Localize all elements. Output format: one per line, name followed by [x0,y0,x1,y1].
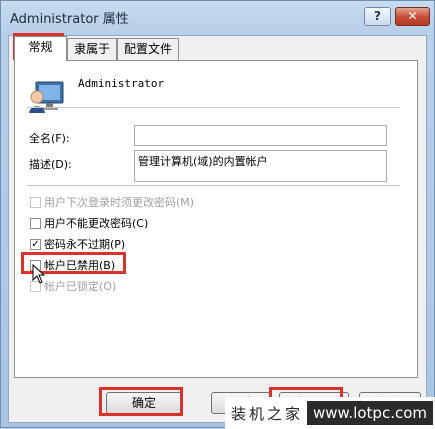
title-bar: Administrator 属性 ? ✕ [1,1,434,31]
checkbox-password-never-expires[interactable]: ✓ 密码永不过期(P) [30,237,125,253]
tab-general[interactable]: 常规 [14,36,67,61]
checkbox-label: 密码永不过期(P) [44,238,126,251]
user-monitor-icon [29,81,64,113]
checkbox-cannot-change-password[interactable]: 用户不能更改密码(C) [30,216,148,232]
checkbox-label: 帐户已锁定(O) [44,280,117,293]
ok-button[interactable]: 确定 [106,392,182,414]
checkbox-label: 用户下次登录时须更改密码(M) [44,196,195,209]
separator-mid [27,185,400,186]
window-title: Administrator 属性 [10,12,129,27]
fullname-field[interactable] [134,125,387,146]
general-tab-panel: Administrator 全名(F): 描述(D): 管理计算机(域)的内置帐… [14,60,418,378]
watermark-url: www.lotpc.com [307,401,433,425]
tab-member-of[interactable]: 隶属于 [67,38,117,60]
watermark: 装机之家 www.lotpc.com [225,397,435,429]
description-label: 描述(D): [29,158,72,171]
checkbox-box[interactable] [30,196,41,208]
help-title-button[interactable]: ? [364,7,391,26]
description-field[interactable]: 管理计算机(域)的内置帐户 [134,150,387,182]
dialog-client-area: 常规 隶属于 配置文件 Administrator 全名(F): 描述(D): … [8,35,427,423]
properties-window: Administrator 属性 ? ✕ 常规 隶属于 配置文件 Adminis… [0,0,435,429]
close-button[interactable]: ✕ [395,7,430,26]
fullname-label: 全名(F): [29,132,70,145]
checkbox-box[interactable] [30,217,41,229]
checkbox-must-change-password[interactable]: 用户下次登录时须更改密码(M) [30,195,194,211]
watermark-site-name: 装机之家 [231,405,304,423]
checkbox-label: 帐户已禁用(B) [44,259,116,272]
checkbox-label: 用户不能更改密码(C) [44,217,149,230]
account-name: Administrator [78,77,165,90]
separator-top [27,107,400,108]
tab-profile[interactable]: 配置文件 [117,38,179,60]
mouse-cursor-icon [32,264,46,284]
checkmark-icon[interactable]: ✓ [30,238,41,250]
